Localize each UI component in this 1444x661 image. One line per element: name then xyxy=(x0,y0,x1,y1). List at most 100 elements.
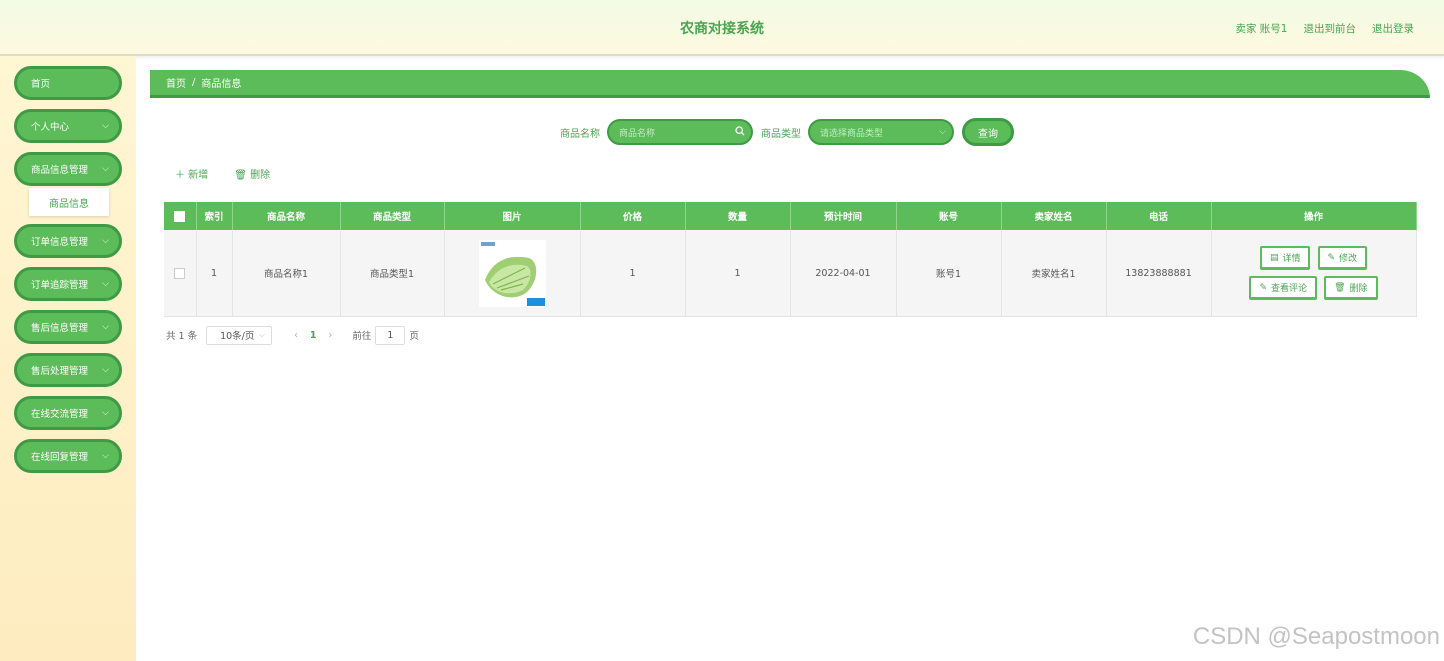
sidebar-item-online-chat[interactable]: 在线交流管理 ⌵ xyxy=(14,396,122,430)
column-header: 电话 xyxy=(1106,202,1212,230)
detail-label: 详情 xyxy=(1282,254,1301,264)
product-table: 索引 商品名称 商品类型 图片 价格 数量 预计时间 账号 卖家姓名 电话 操作… xyxy=(164,202,1417,317)
row-checkbox[interactable] xyxy=(174,267,186,279)
column-header: 数量 xyxy=(685,202,791,230)
query-button[interactable]: 查询 xyxy=(962,118,1014,146)
product-name-cell: 商品名称1 xyxy=(232,230,341,317)
sidebar-item-personal-center[interactable]: 个人中心 ⌵ xyxy=(14,109,122,143)
select-all-checkbox[interactable] xyxy=(174,210,186,222)
actions-cell: ▤ 详情 ✎ 修改 ✎ 查看评论 🗑 删除 xyxy=(1211,230,1417,317)
page-size-select[interactable]: 10条/页 ⌵ xyxy=(206,325,273,345)
column-header: 账号 xyxy=(896,202,1002,230)
column-header: 图片 xyxy=(444,202,581,230)
chevron-down-icon: ⌵ xyxy=(259,330,266,339)
sidebar-item-home[interactable]: 首页 xyxy=(14,66,122,100)
column-header: 预计时间 xyxy=(790,202,897,230)
app-title: 农商对接系统 xyxy=(680,21,764,37)
chevron-down-icon: ⌵ xyxy=(102,365,109,375)
total-count: 共 1 条 xyxy=(166,331,198,342)
index-cell: 1 xyxy=(196,230,233,317)
breadcrumb: 首页 / 商品信息 xyxy=(150,70,1430,98)
sidebar-item-aftersale-processing[interactable]: 售后处理管理 ⌵ xyxy=(14,353,122,387)
chevron-down-icon: ⌵ xyxy=(102,322,109,332)
edit-label: 修改 xyxy=(1339,254,1358,264)
sidebar-item-label: 售后信息管理 xyxy=(31,323,89,334)
row-select-cell xyxy=(164,230,197,317)
sidebar-item-aftersale-info[interactable]: 售后信息管理 ⌵ xyxy=(14,310,122,344)
goto-prefix: 前往 xyxy=(352,331,372,342)
prev-page-button[interactable]: ‹ xyxy=(294,330,298,341)
column-header: 价格 xyxy=(580,202,686,230)
pagination: 共 1 条 10条/页 ⌵ ‹ 1 › 前往 1 页 xyxy=(166,325,419,345)
sidebar-item-label: 订单追踪管理 xyxy=(31,280,89,291)
column-header: 操作 xyxy=(1211,202,1417,230)
chevron-down-icon: ⌵ xyxy=(102,279,109,289)
chevron-down-icon: ⌵ xyxy=(102,451,109,461)
chevron-down-icon: ⌵ xyxy=(939,127,946,137)
column-header: 卖家姓名 xyxy=(1001,202,1107,230)
breadcrumb-home[interactable]: 首页 xyxy=(166,75,186,90)
sidebar-item-product-management[interactable]: 商品信息管理 ⌵ xyxy=(14,152,122,186)
breadcrumb-current: 商品信息 xyxy=(201,79,242,90)
product-type-select[interactable]: 请选择商品类型 ⌵ xyxy=(808,119,954,145)
detail-button[interactable]: ▤ 详情 xyxy=(1259,246,1311,270)
chevron-up-icon: ⌵ xyxy=(102,164,109,174)
view-comments-label: 查看评论 xyxy=(1271,284,1308,294)
submenu-item-product-info[interactable]: 商品信息 xyxy=(29,188,109,216)
product-name-placeholder: 商品名称 xyxy=(619,128,656,139)
view-comments-button[interactable]: ✎ 查看评论 xyxy=(1249,276,1318,300)
chevron-down-icon: ⌵ xyxy=(102,236,109,246)
product-name-input[interactable]: 商品名称 xyxy=(607,119,753,145)
sidebar-item-online-reply[interactable]: 在线回复管理 ⌵ xyxy=(14,439,122,473)
edit-button[interactable]: ✎ 修改 xyxy=(1317,246,1368,270)
chevron-down-icon: ⌵ xyxy=(102,121,109,131)
table-header-row: 索引 商品名称 商品类型 图片 价格 数量 预计时间 账号 卖家姓名 电话 操作 xyxy=(164,202,1417,230)
table-toolbar: ＋ 新增 🗑 删除 xyxy=(175,166,270,181)
logout-link[interactable]: 退出登录 xyxy=(1372,21,1414,36)
date-cell: 2022-04-01 xyxy=(790,230,897,317)
chevron-down-icon: ⌵ xyxy=(102,408,109,418)
back-to-front-link[interactable]: 退出到前台 xyxy=(1304,21,1357,36)
batch-delete-label: 删除 xyxy=(250,170,271,181)
add-button[interactable]: ＋ 新增 xyxy=(175,166,208,181)
product-type-placeholder: 请选择商品类型 xyxy=(820,128,884,139)
breadcrumb-separator: / xyxy=(192,77,196,88)
sidebar-item-label: 订单信息管理 xyxy=(31,237,89,248)
quantity-cell: 1 xyxy=(685,230,791,317)
table-row: 1 商品名称1 商品类型1 1 1 2022-04-01 账号1 卖家姓名1 1… xyxy=(164,230,1417,317)
user-links: 卖家 账号1 退出到前台 退出登录 xyxy=(1235,21,1414,36)
product-type-cell: 商品类型1 xyxy=(340,230,445,317)
page-number[interactable]: 1 xyxy=(310,330,317,341)
batch-delete-button[interactable]: 🗑 删除 xyxy=(234,166,270,181)
column-header: 商品名称 xyxy=(232,202,341,230)
product-type-label: 商品类型 xyxy=(761,128,801,140)
top-header: 农商对接系统 卖家 账号1 退出到前台 退出登录 xyxy=(0,0,1444,56)
column-header: 索引 xyxy=(196,202,233,230)
sidebar-item-label: 在线交流管理 xyxy=(31,409,89,420)
column-header: 商品类型 xyxy=(340,202,445,230)
watermark: CSDN @Seapostmoon xyxy=(1192,623,1440,650)
image-cell xyxy=(444,230,581,317)
pencil-icon: ✎ xyxy=(1259,282,1268,293)
sidebar: 首页 个人中心 ⌵ 商品信息管理 ⌵ 商品信息 订单信息管理 ⌵ 订单追踪管理 … xyxy=(0,56,136,661)
sidebar-item-label: 首页 xyxy=(31,79,51,90)
sidebar-item-label: 个人中心 xyxy=(31,122,70,133)
document-icon: ▤ xyxy=(1269,252,1279,263)
pencil-icon: ✎ xyxy=(1327,252,1336,263)
goto-page-input[interactable]: 1 xyxy=(375,325,406,345)
page-size-value: 10条/页 xyxy=(220,331,255,342)
account-cell: 账号1 xyxy=(896,230,1002,317)
sidebar-item-label: 在线回复管理 xyxy=(31,452,89,463)
trash-icon: 🗑 xyxy=(1334,282,1346,293)
select-all-header[interactable] xyxy=(164,202,197,230)
sidebar-item-label: 售后处理管理 xyxy=(31,366,89,377)
sidebar-item-order-tracking[interactable]: 订单追踪管理 ⌵ xyxy=(14,267,122,301)
search-bar: 商品名称 商品名称 商品类型 请选择商品类型 ⌵ 查询 xyxy=(560,118,1014,146)
delete-button[interactable]: 🗑 删除 xyxy=(1324,276,1378,300)
product-name-label: 商品名称 xyxy=(560,128,600,140)
phone-cell: 13823888881 xyxy=(1106,230,1212,317)
next-page-button[interactable]: › xyxy=(329,330,333,341)
delete-label: 删除 xyxy=(1349,284,1368,294)
sidebar-item-label: 商品信息管理 xyxy=(31,165,89,176)
sidebar-item-order-management[interactable]: 订单信息管理 ⌵ xyxy=(14,224,122,258)
